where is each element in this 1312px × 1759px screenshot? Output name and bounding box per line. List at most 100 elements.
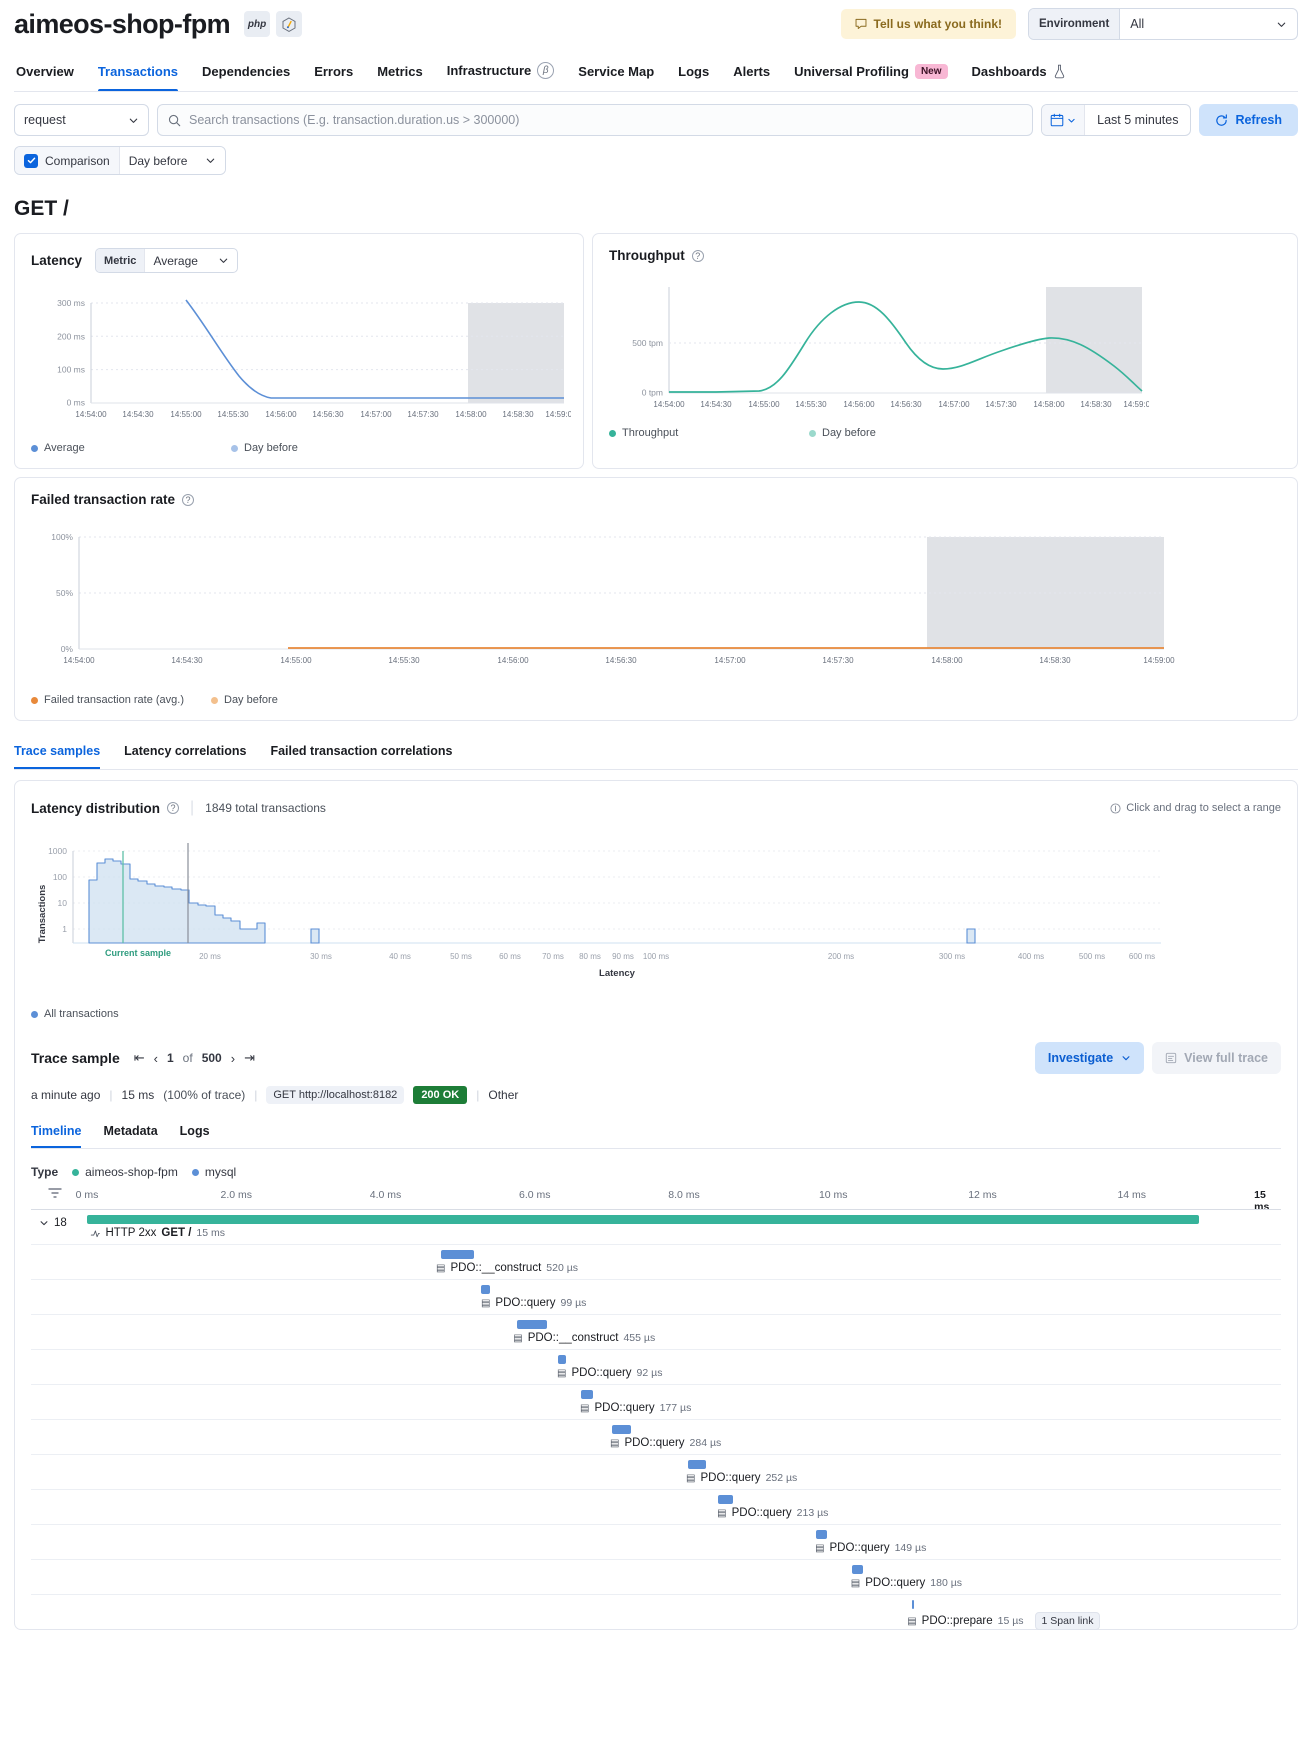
svg-text:14:56:30: 14:56:30 [312,410,344,419]
waterfall-row[interactable]: ▤ PDO::query 99 µs [31,1279,1281,1314]
legend-item-throughput[interactable]: Throughput [609,427,809,439]
prev-page-button[interactable]: ‹ [154,1051,158,1066]
help-icon[interactable]: ? [182,494,194,506]
waterfall-row[interactable]: ▤ PDO::query 149 µs [31,1524,1281,1559]
span-bar[interactable] [912,1600,915,1609]
nav-tab-errors[interactable]: Errors [302,54,365,91]
search-bar-container[interactable] [157,104,1033,136]
nav-tab-logs[interactable]: Logs [666,54,721,91]
transaction-type-select[interactable]: request [14,104,149,136]
nav-tab-dashboards[interactable]: Dashboards [960,54,1078,91]
legend-item-all-transactions[interactable]: All transactions [31,1008,231,1020]
trace-sample-pager[interactable]: ⇤ ‹ 1 of 500 › ⇥ [134,1050,255,1066]
feedback-button[interactable]: Tell us what you think! [841,9,1016,39]
latency-chart[interactable]: 300 ms 200 ms 100 ms 0 ms 14:54:00 14:54… [31,291,571,431]
span-bar[interactable] [852,1565,864,1574]
comparison-checkbox[interactable] [24,154,38,168]
next-page-button[interactable]: › [231,1051,235,1066]
legend-label-all-transactions: All transactions [44,1008,119,1020]
type-item-mysql[interactable]: mysql [192,1165,236,1179]
first-page-button[interactable]: ⇤ [134,1050,145,1066]
nav-tab-alerts[interactable]: Alerts [721,54,782,91]
tab-timeline[interactable]: Timeline [31,1116,92,1148]
waterfall-row[interactable]: ▤ PDO::query 284 µs [31,1419,1281,1454]
waterfall-row[interactable]: ▤ PDO::__construct 455 µs [31,1314,1281,1349]
throughput-chart[interactable]: 500 tpm 0 tpm 14:54:00 14:54:30 14:55:00… [609,281,1149,416]
waterfall-row[interactable]: ▤ PDO::query 92 µs [31,1349,1281,1384]
comparison-toggle[interactable]: Comparison [15,147,120,174]
waterfall-row-root[interactable]: 18 HTTP 2xx GET / 15 ms [31,1209,1281,1244]
span-count-toggle[interactable]: 18 [39,1217,67,1229]
nav-tab-overview[interactable]: Overview [14,54,86,91]
span-bar[interactable] [481,1285,490,1294]
waterfall-row[interactable]: ▤ PDO::query 177 µs [31,1384,1281,1419]
legend-item-failed-rate[interactable]: Failed transaction rate (avg.) [31,694,211,706]
svg-text:14:55:30: 14:55:30 [388,656,420,665]
root-span-name: GET / [161,1227,191,1239]
subtab-failed-transaction-correlations[interactable]: Failed transaction correlations [258,735,464,769]
waterfall-row[interactable]: ▤ PDO::prepare 15 µs 1 Span link [31,1594,1281,1629]
span-link-badge[interactable]: 1 Span link [1035,1612,1101,1630]
svg-text:14:57:00: 14:57:00 [938,400,970,409]
last-page-button[interactable]: ⇥ [244,1050,255,1066]
latency-metric-select[interactable]: Metric Average [95,248,238,273]
nav-tab-dependencies[interactable]: Dependencies [190,54,302,91]
nav-tab-universal-profiling[interactable]: Universal Profiling New [782,54,959,91]
span-bar[interactable] [441,1250,474,1259]
span-bar[interactable] [517,1320,547,1329]
refresh-button[interactable]: Refresh [1199,104,1298,136]
span-bar[interactable] [581,1390,593,1399]
date-range-value[interactable]: Last 5 minutes [1085,105,1190,135]
subtab-trace-samples[interactable]: Trace samples [14,735,112,769]
legend-item-day-before[interactable]: Day before [231,442,431,454]
span-bar[interactable] [612,1425,630,1434]
span-bar[interactable] [718,1495,733,1504]
type-item-service[interactable]: aimeos-shop-fpm [72,1165,178,1179]
calendar-quickselect-button[interactable] [1042,105,1085,135]
legend-item-average[interactable]: Average [31,442,231,454]
waterfall-row[interactable]: ▤ PDO::query 213 µs [31,1489,1281,1524]
environment-value[interactable]: All [1120,9,1297,39]
date-range-picker[interactable]: Last 5 minutes [1041,104,1191,136]
svg-text:14:56:30: 14:56:30 [605,656,637,665]
help-icon[interactable]: ? [167,802,179,814]
legend-item-day-before[interactable]: Day before [809,427,1009,439]
view-full-trace-button[interactable]: View full trace [1152,1042,1281,1074]
waterfall-row[interactable]: ▤ PDO::__construct 520 µs [31,1244,1281,1279]
search-input[interactable] [189,113,1022,127]
svg-text:14:59:00: 14:59:00 [1143,656,1175,665]
nav-tab-infrastructure[interactable]: Infrastructure β [435,52,567,91]
trace-url-chip[interactable]: GET http://localhost:8182 [266,1086,404,1104]
root-span-bar[interactable] [87,1215,1199,1224]
failed-rate-chart[interactable]: 100% 50% 0% 14:54:00 14:54:30 14:55:00 1… [31,523,1279,683]
waterfall-row[interactable]: ▤ PDO::query 180 µs [31,1559,1281,1594]
investigate-button[interactable]: Investigate [1035,1042,1144,1074]
analysis-subtabs[interactable]: Trace samples Latency correlations Faile… [14,735,1298,770]
nav-tab-service-map[interactable]: Service Map [566,54,666,91]
trace-detail-tabs[interactable]: Timeline Metadata Logs [31,1116,1281,1149]
waterfall-row[interactable]: ▤ PDO::query 252 µs [31,1454,1281,1489]
agent-icon-badge[interactable] [276,11,302,37]
php-agent-badge-label: php [248,19,266,30]
throughput-panel: Throughput ? 500 tpm 0 tpm 14:54:00 14:5… [592,233,1298,469]
legend-item-day-before[interactable]: Day before [211,694,411,706]
comparison-control[interactable]: Comparison Day before [14,146,226,175]
svg-text:14:55:00: 14:55:00 [170,410,202,419]
span-bar[interactable] [688,1460,705,1469]
nav-tab-metrics[interactable]: Metrics [365,54,435,91]
help-icon[interactable]: ? [692,250,704,262]
span-name: PDO::__construct [528,1332,619,1344]
latency-metric-value[interactable]: Average [145,249,237,272]
comparison-select[interactable]: Day before [120,147,225,174]
nav-tab-transactions[interactable]: Transactions [86,54,190,91]
subtab-latency-correlations[interactable]: Latency correlations [112,735,258,769]
tab-logs[interactable]: Logs [169,1116,221,1148]
environment-selector[interactable]: Environment All [1028,8,1298,40]
nav-tab-universal-profiling-label: Universal Profiling [794,64,909,79]
span-bar[interactable] [816,1530,826,1539]
latency-distribution-chart[interactable]: Transactions 1000 100 10 1 Current sampl… [31,839,1247,1029]
span-bar[interactable] [558,1355,566,1364]
tab-metadata[interactable]: Metadata [92,1116,168,1148]
service-nav-tabs[interactable]: Overview Transactions Dependencies Error… [14,52,1298,92]
waterfall-settings-icon[interactable] [47,1185,63,1201]
